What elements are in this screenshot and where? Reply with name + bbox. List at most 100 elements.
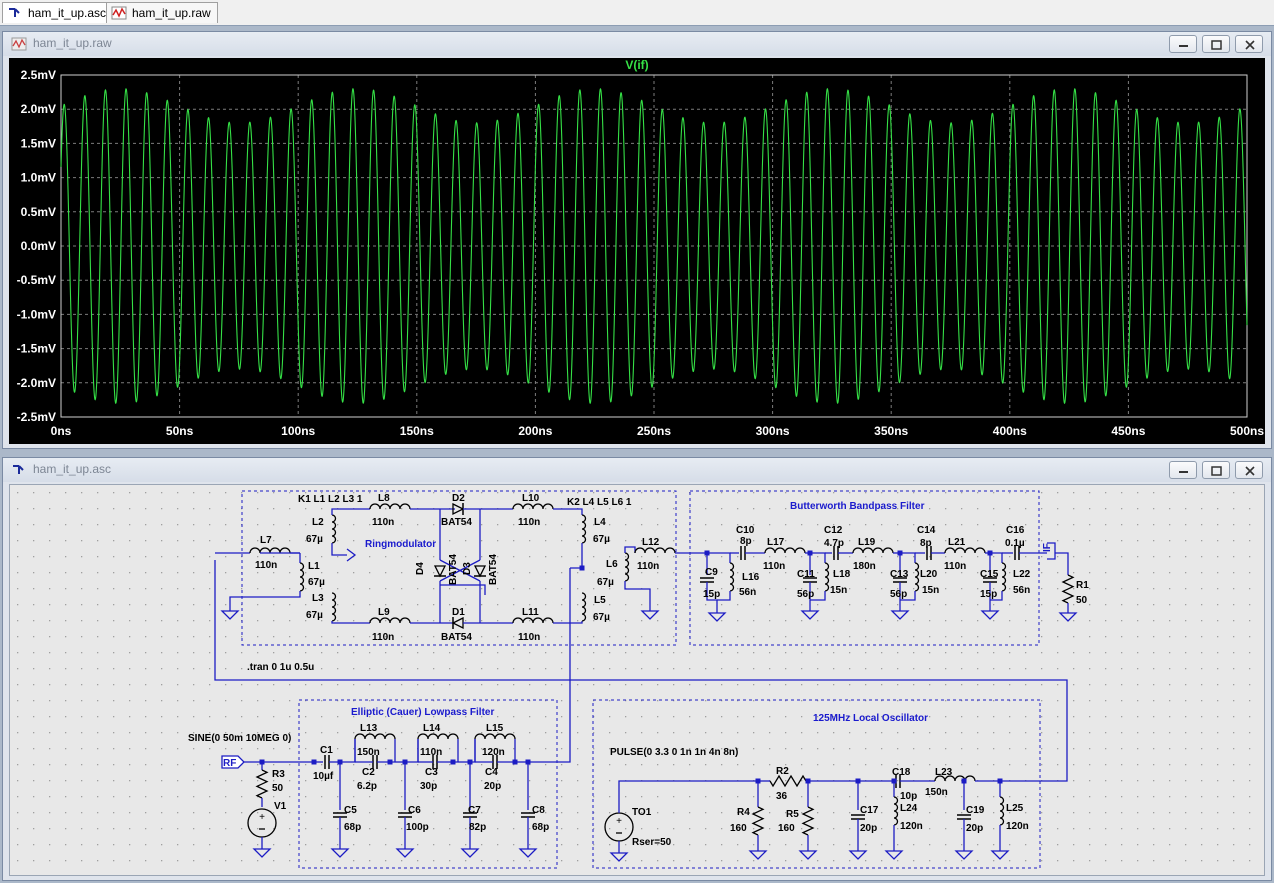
label: R5 [786,809,799,820]
y-tick-label: 1.0mV [21,171,56,185]
label: R3 [272,769,285,780]
waveform-plot[interactable]: 0ns 50ns 100ns 150ns 200ns 250ns 300ns 350ns 400… [9,58,1265,444]
label: L3 [312,593,324,604]
x-tick-label: 500ns [1230,424,1264,438]
label: L22 [1013,569,1031,580]
label: C8 [532,805,545,816]
group-title: Ringmodulator [365,539,436,550]
label: D4 [415,562,426,575]
label: C10 [736,525,755,536]
label: L18 [833,569,851,580]
y-tick-label: -2.5mV [17,410,56,424]
plus-sign: + [616,816,622,827]
label: 10p [900,791,917,802]
label: 20p [484,781,501,792]
trace-title[interactable]: V(if) [9,58,1265,72]
close-button[interactable] [1235,35,1263,53]
group-title: 125MHz Local Oscillator [813,713,928,724]
label: L19 [858,537,876,548]
y-tick-label: -1.0mV [17,307,56,321]
label: 160 [778,823,795,834]
restore-button[interactable] [1202,461,1230,479]
label: L17 [767,537,785,548]
schematic-icon [13,465,24,474]
tab-waveform[interactable]: ham_it_up.raw [106,2,218,23]
label: C12 [824,525,843,536]
x-tick-label: 450ns [1111,424,1145,438]
tran-directive: .tran 0 1u 0.5u [247,662,314,673]
label: 100p [406,822,429,833]
waveform-plot-canvas[interactable]: 0ns 50ns 100ns 150ns 200ns 250ns 300ns 350ns 400… [9,58,1265,444]
label: 15p [703,589,720,600]
label: L5 [594,595,606,606]
junction [579,565,585,571]
label: L14 [423,723,441,734]
label: D3 [462,562,473,575]
label: 110n [637,561,659,572]
label: C18 [892,767,911,778]
schematic-drawing[interactable]: Ringmodulator Butterworth Bandpass Filter… [10,485,1264,875]
y-tick-label: 0.5mV [21,205,56,219]
label: 110n [518,632,540,643]
label: C15 [980,569,999,580]
y-tick-label: 1.5mV [21,136,56,150]
label: Rser=50 [632,837,672,848]
schematic-icon [9,8,20,17]
y-tick-label: -0.5mV [17,273,56,287]
label: L12 [642,537,660,548]
label: BAT54 [488,554,499,585]
label: 20p [966,823,983,834]
label: 6.2p [357,781,377,792]
label: D1 [452,607,465,618]
label: 180n [853,561,876,572]
label: 20p [860,823,877,834]
x-tick-label: 0ns [51,424,72,438]
label: C6 [408,805,421,816]
label: C1 [320,745,333,756]
schematic-window-titlebar[interactable]: ham_it_up.asc [3,458,1271,482]
waveform-icon [111,6,127,20]
waveform-icon [11,37,27,51]
plus-sign: + [259,812,265,823]
label: L7 [260,535,272,546]
label: 67µ [306,534,323,545]
label: 120n [900,821,923,832]
y-tick-label: 2.0mV [21,102,56,116]
restore-button[interactable] [1202,35,1230,53]
label: 0.1µ [1005,538,1025,549]
label: 10µf [313,771,334,782]
label: C5 [344,805,357,816]
label: C3 [425,767,438,778]
label: 15n [830,585,847,596]
close-button[interactable] [1235,461,1263,479]
label: 68p [532,822,549,833]
tab-schematic[interactable]: ham_it_up.asc [2,2,114,23]
label: 160 [730,823,747,834]
tab-bar: ham_it_up.asc ham_it_up.raw [0,0,1274,26]
label: L20 [920,569,938,580]
minimize-button[interactable] [1169,461,1197,479]
x-tick-label: 200ns [518,424,552,438]
label: C16 [1006,525,1025,536]
label: L10 [522,493,540,504]
y-tick-label: 0.0mV [21,239,56,253]
x-tick-label: 350ns [874,424,908,438]
label: C2 [362,767,375,778]
minimize-button[interactable] [1169,35,1197,53]
label: L2 [312,517,324,528]
label: C9 [705,567,718,578]
schematic-canvas[interactable]: Ringmodulator Butterworth Bandpass Filter… [9,484,1265,876]
label: 30p [420,781,437,792]
label: 110n [944,561,966,572]
label: L24 [900,803,918,814]
label: 67µ [308,577,325,588]
label: 120n [1006,821,1029,832]
rf-port-label: RF [223,758,236,769]
group-title: Butterworth Bandpass Filter [790,501,925,512]
label: 67µ [593,612,610,623]
window-title: ham_it_up.raw [33,36,112,50]
label: 15p [980,589,997,600]
window-title: ham_it_up.asc [33,462,112,476]
junction [450,759,456,765]
waveform-window-titlebar[interactable]: ham_it_up.raw [3,32,1271,56]
